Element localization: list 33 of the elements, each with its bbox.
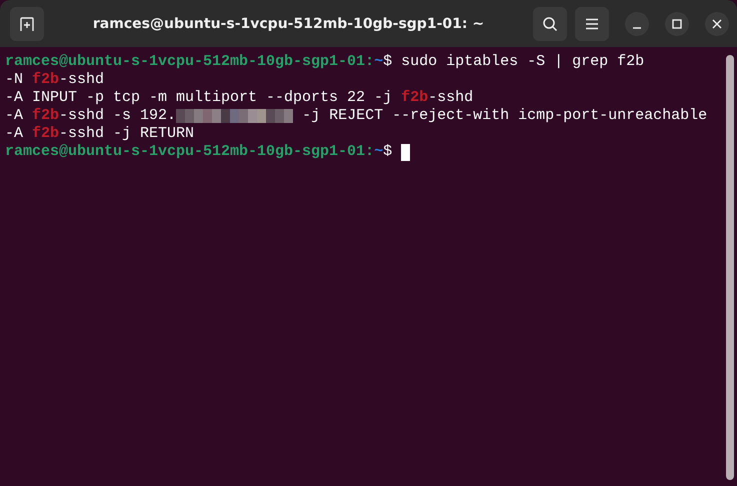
menu-button[interactable] <box>575 6 609 40</box>
terminal-text: $ <box>383 143 394 161</box>
terminal-text: $ sudo iptables -S | grep f2b <box>383 53 644 71</box>
match-highlight: f2b <box>401 89 428 107</box>
scrollbar-thumb[interactable] <box>726 55 734 480</box>
prompt-path: ~ <box>374 53 384 71</box>
terminal-text: -A <box>5 107 24 125</box>
match-highlight: f2b <box>32 125 60 143</box>
close-button[interactable] <box>705 12 729 36</box>
maximize-button[interactable] <box>665 12 689 36</box>
minimize-button[interactable] <box>625 12 649 36</box>
terminal-text: -N <box>5 71 24 89</box>
minimize-icon <box>632 26 642 28</box>
terminal-text: -sshd <box>428 89 474 107</box>
prompt-user-host: ramces@ubuntu-s-1vcpu-512mb-10gb-sgp1-01: <box>5 143 374 161</box>
prompt-path: ~ <box>374 143 384 161</box>
terminal-text: -A <box>5 125 24 143</box>
window-title: ramces@ubuntu-s-1vcpu-512mb-10gb-sgp1-01: ~ <box>92 16 486 32</box>
search-button[interactable] <box>533 6 567 40</box>
close-icon <box>712 18 722 28</box>
terminal-text: -A INPUT -p tcp -m multiport --dports 22 -j <box>5 89 394 107</box>
maximize-icon <box>672 18 682 28</box>
terminal-text: -sshd -j RETURN <box>59 125 194 143</box>
terminal-text: -j REJECT --reject-with icmp-port-unreachable <box>301 107 708 125</box>
prompt-user-host: ramces@ubuntu-s-1vcpu-512mb-10gb-sgp1-01: <box>5 53 374 71</box>
terminal-text: -sshd -s 192. <box>59 107 176 125</box>
match-highlight: f2b <box>32 71 60 89</box>
menu-icon <box>585 18 599 30</box>
terminal-text: -sshd <box>59 71 104 89</box>
new-tab-icon <box>19 16 35 32</box>
match-highlight: f2b <box>32 107 60 125</box>
search-icon <box>542 16 558 32</box>
new-tab-button[interactable] <box>10 6 44 40</box>
